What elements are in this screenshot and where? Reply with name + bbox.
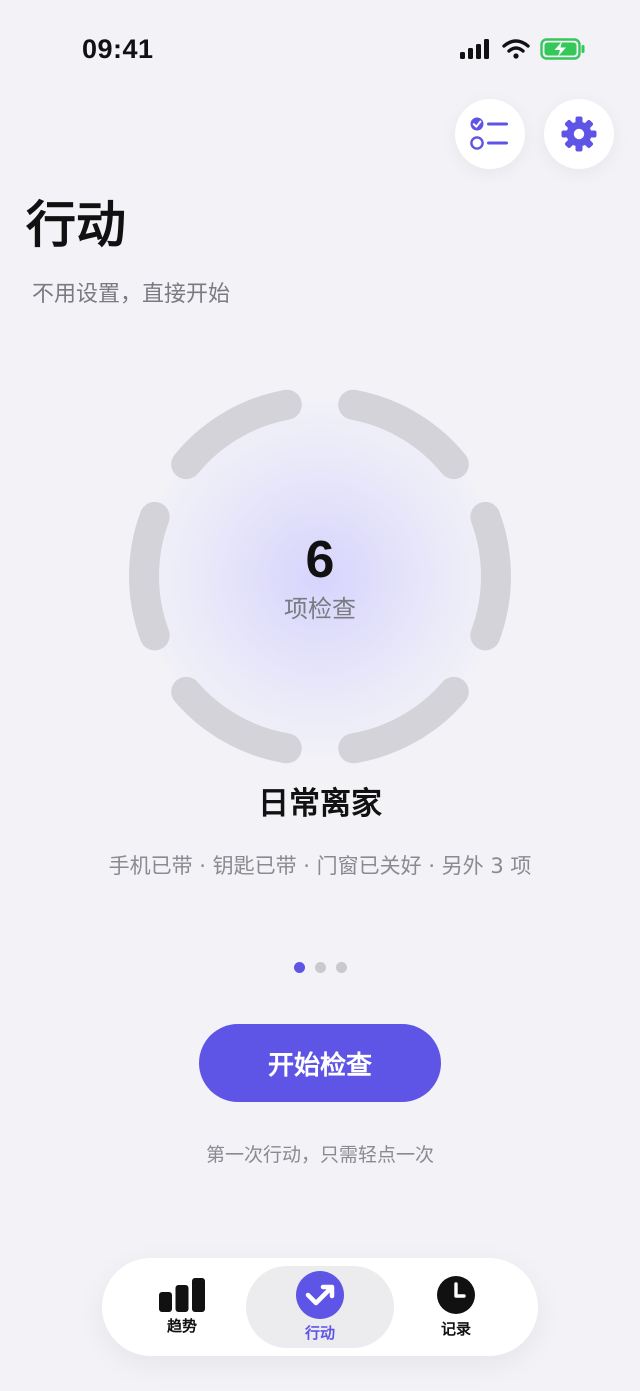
ring-segment: [338, 676, 469, 764]
status-bar: 09:41: [0, 0, 640, 100]
battery-charging-icon: [540, 38, 585, 60]
page-dot[interactable]: [335, 962, 347, 973]
settings-button[interactable]: [544, 99, 614, 169]
page-title: 行动: [26, 196, 126, 254]
status-time: 09:41: [82, 34, 154, 64]
wifi-icon: [502, 39, 530, 59]
scene-name: 日常离家: [258, 786, 382, 822]
tab-bar: 趋势 行动 记录: [102, 1258, 538, 1356]
check-count: 6: [305, 531, 335, 589]
scene-items-summary: 手机已带 · 钥匙已带 · 门窗已关好 · 另外 3 项: [108, 854, 532, 878]
ring-segment: [338, 389, 469, 480]
cellular-signal-icon: [460, 39, 489, 59]
page-dot-active[interactable]: [293, 962, 305, 973]
tab-label: 记录: [440, 1320, 471, 1338]
ring-segment: [171, 389, 302, 480]
gear-icon: [561, 116, 597, 152]
bar-chart-icon: [159, 1278, 205, 1312]
start-check-button[interactable]: 开始检查: [199, 1024, 441, 1102]
page-dot[interactable]: [314, 962, 326, 973]
clock-icon: [437, 1276, 475, 1314]
tab-records[interactable]: 记录: [406, 1258, 506, 1356]
tab-trends[interactable]: 趋势: [132, 1258, 232, 1356]
tab-label: 行动: [304, 1324, 335, 1342]
page-indicator[interactable]: [0, 962, 640, 973]
check-ring[interactable]: 6 项检查: [120, 378, 520, 778]
checklist-button[interactable]: [455, 99, 525, 169]
tab-label: 趋势: [166, 1317, 197, 1335]
page-subtitle: 不用设置，直接开始: [32, 282, 231, 307]
first-time-hint: 第一次行动，只需轻点一次: [205, 1144, 434, 1166]
tab-action[interactable]: 行动: [246, 1266, 394, 1348]
ring-segment: [171, 676, 302, 764]
status-icons: [460, 38, 586, 60]
check-count-unit: 项检查: [284, 595, 356, 623]
checklist-icon: [470, 117, 508, 150]
check-arrow-icon: [296, 1271, 344, 1319]
